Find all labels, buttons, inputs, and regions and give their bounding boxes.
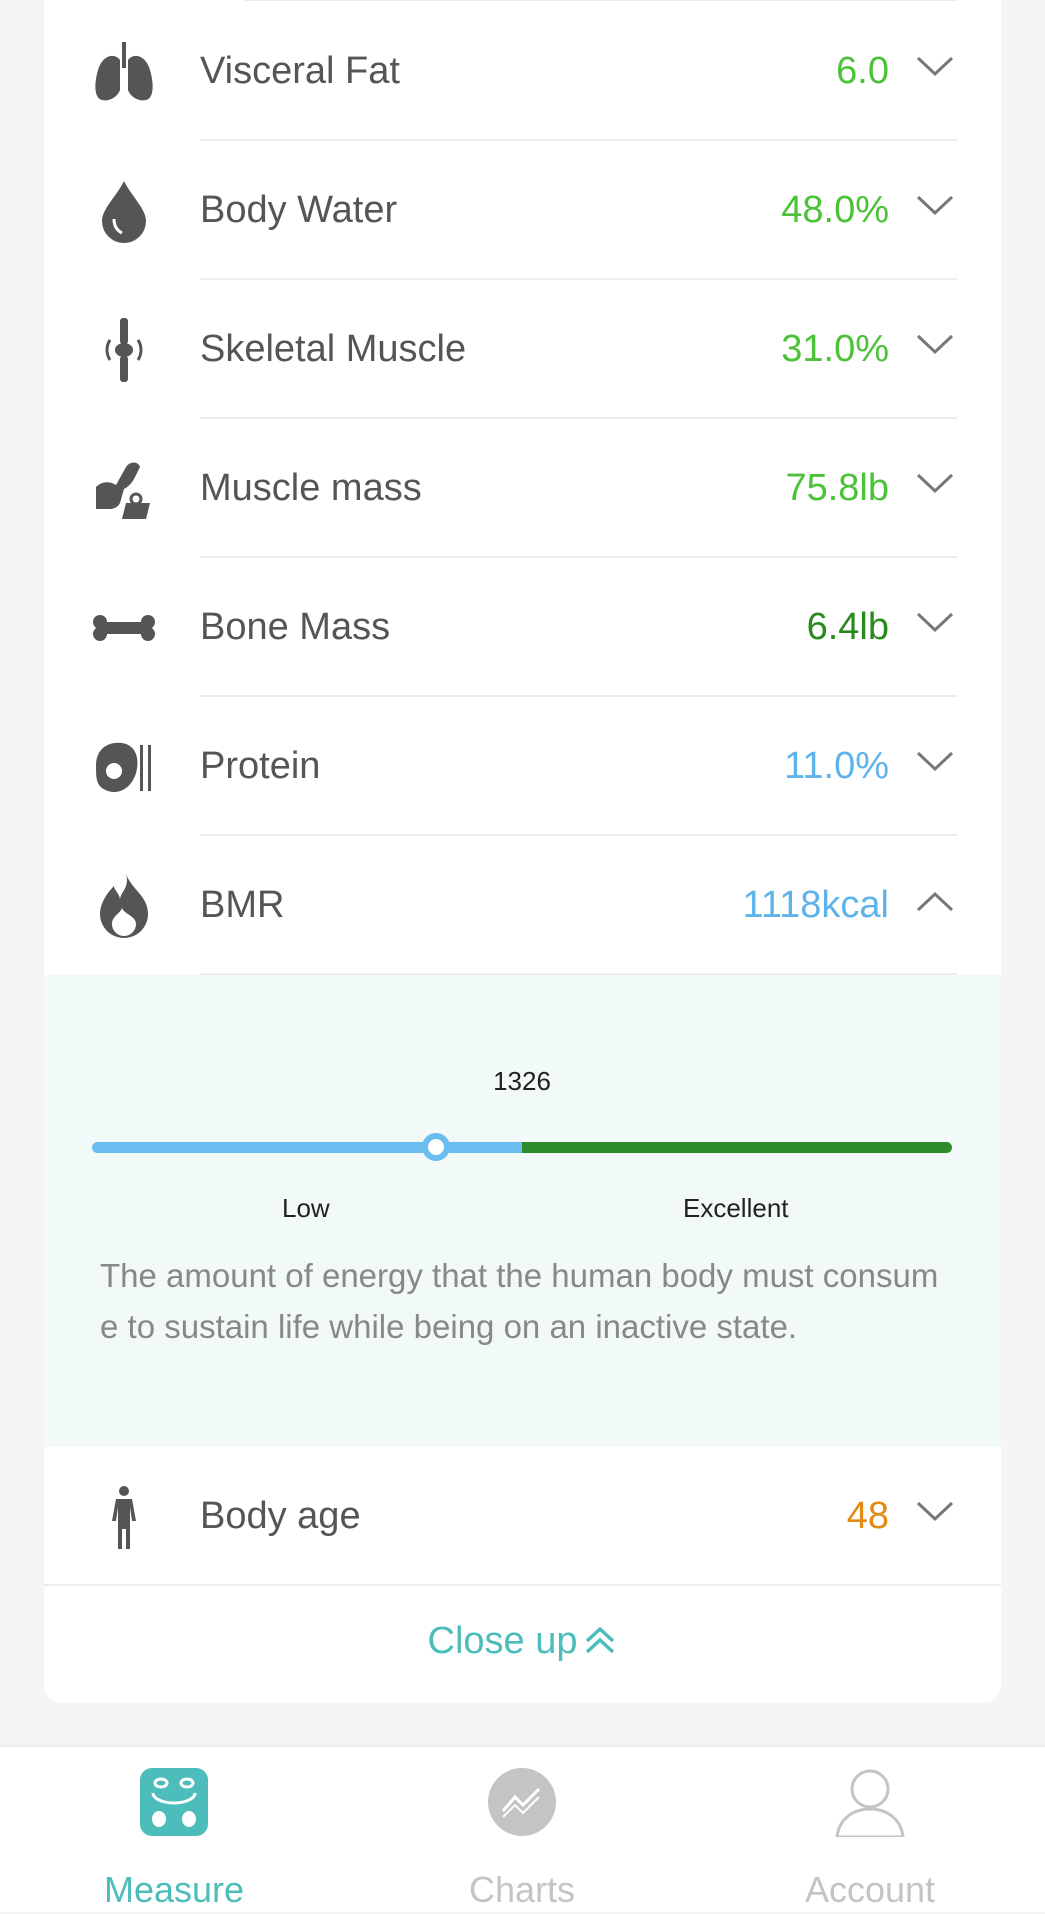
metric-value: 11.0% — [784, 745, 889, 787]
tab-account[interactable]: Account — [720, 1747, 1020, 1914]
chart-icon — [487, 1767, 557, 1837]
range-bar-low — [92, 1142, 522, 1153]
tab-measure[interactable]: Measure — [24, 1747, 324, 1914]
range-bar-excellent — [522, 1142, 952, 1153]
metric-label: Muscle mass — [200, 467, 422, 509]
chevron-up-icon[interactable] — [915, 886, 955, 916]
metric-label: BMR — [200, 884, 285, 926]
metric-value: 48 — [846, 1495, 889, 1537]
scale-icon — [139, 1767, 209, 1837]
top-divider — [244, 0, 957, 1]
chevron-down-icon[interactable] — [915, 469, 955, 499]
metric-value: 31.0% — [781, 328, 889, 370]
close-up-label: Close up — [427, 1620, 578, 1662]
bmr-detail-panel — [44, 975, 1001, 1447]
range-marker — [422, 1133, 450, 1161]
metrics-card: Visceral Fat 6.0 Body Water 48.0% Skelet… — [44, 0, 1001, 1703]
bottom-tab-bar: Measure Charts Account — [0, 1745, 1045, 1912]
range-label-excellent: Excellent — [683, 1193, 789, 1223]
flexed-arm-icon — [92, 457, 156, 521]
chevron-down-icon[interactable] — [915, 1497, 955, 1527]
tab-label: Account — [804, 1869, 936, 1910]
bmr-reference-value: 1326 — [493, 1066, 551, 1096]
metric-row-bmr[interactable]: BMR 1118kcal — [44, 836, 1001, 975]
joint-bone-icon — [92, 318, 156, 382]
metric-row-skeletal-muscle[interactable]: Skeletal Muscle 31.0% — [44, 280, 1001, 419]
metric-label: Bone Mass — [200, 606, 391, 648]
chevron-down-icon[interactable] — [915, 191, 955, 221]
flame-icon — [92, 874, 156, 938]
metric-value: 6.4lb — [806, 606, 889, 648]
bone-icon — [92, 596, 156, 660]
chevron-down-icon[interactable] — [915, 747, 955, 777]
water-drop-icon — [92, 179, 156, 243]
closeup-divider — [44, 1584, 1001, 1586]
metric-label: Visceral Fat — [200, 50, 400, 92]
tab-charts[interactable]: Charts — [372, 1747, 672, 1914]
lungs-icon — [92, 40, 156, 104]
range-label-low: Low — [282, 1193, 330, 1223]
metric-row-visceral-fat[interactable]: Visceral Fat 6.0 — [44, 2, 1001, 141]
metric-label: Skeletal Muscle — [200, 328, 467, 370]
metric-row-muscle-mass[interactable]: Muscle mass 75.8lb — [44, 419, 1001, 558]
tab-label: Charts — [468, 1869, 576, 1910]
metric-value: 6.0 — [836, 50, 889, 92]
chevron-down-icon[interactable] — [915, 608, 955, 638]
metric-value: 75.8lb — [785, 467, 889, 509]
chevron-down-icon[interactable] — [915, 52, 955, 82]
protein-icon — [92, 735, 156, 799]
metric-row-bone-mass[interactable]: Bone Mass 6.4lb — [44, 558, 1001, 697]
metric-row-body-age[interactable]: Body age 48 — [44, 1447, 1001, 1586]
metric-value: 48.0% — [781, 189, 889, 231]
chevron-down-icon[interactable] — [915, 330, 955, 360]
metric-label: Body age — [200, 1495, 361, 1537]
person-icon — [92, 1485, 156, 1549]
close-up-button[interactable]: Close up — [0, 1620, 1045, 1663]
metric-row-body-water[interactable]: Body Water 48.0% — [44, 141, 1001, 280]
tab-label: Measure — [103, 1869, 245, 1910]
double-chevron-up-icon — [586, 1626, 615, 1654]
metric-row-protein[interactable]: Protein 11.0% — [44, 697, 1001, 836]
metric-label: Body Water — [200, 189, 398, 231]
metric-label: Protein — [200, 745, 321, 787]
bmr-description: The amount of energy that the human body… — [100, 1257, 939, 1345]
metric-value: 1118kcal — [742, 884, 889, 926]
user-icon — [835, 1767, 905, 1839]
